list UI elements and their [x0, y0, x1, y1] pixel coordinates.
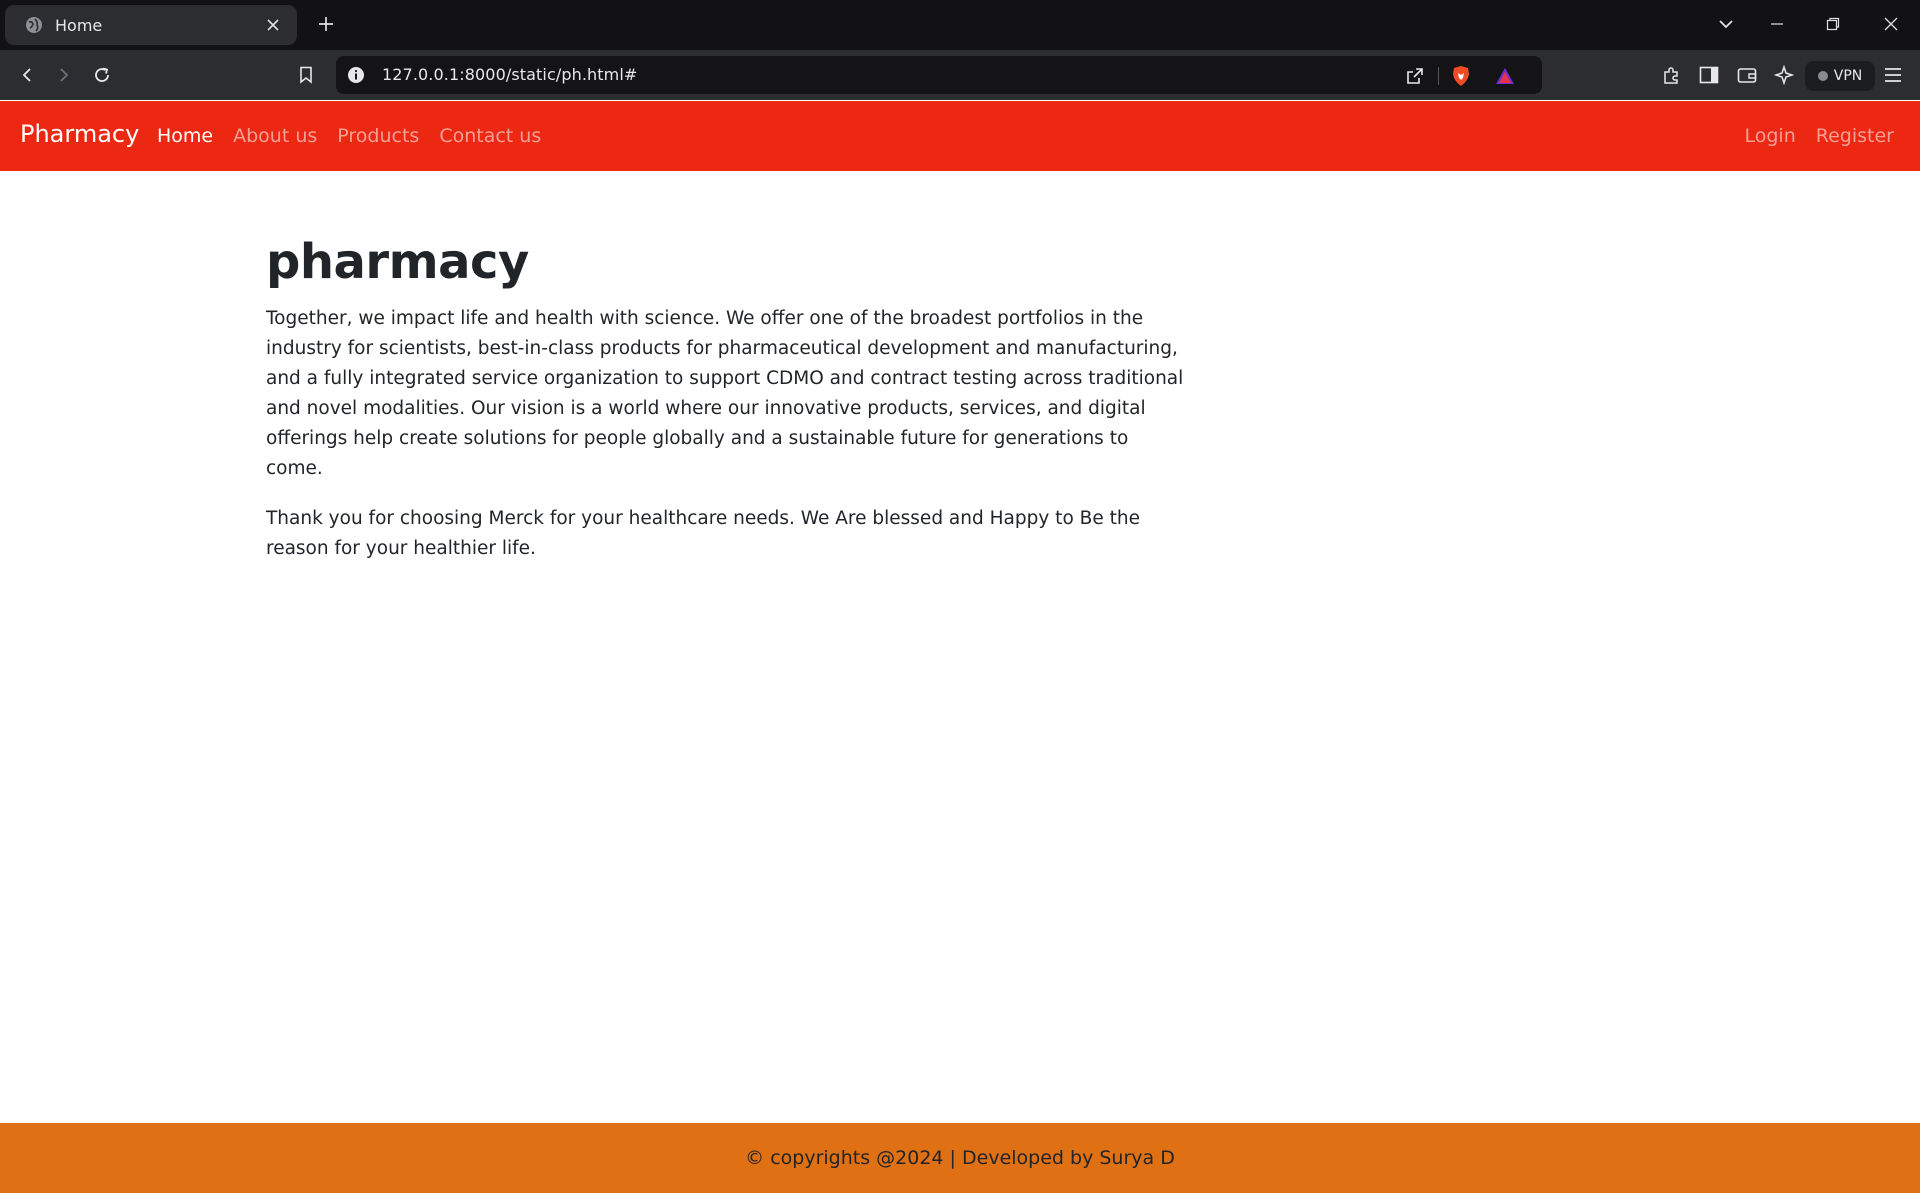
sidebar-icon[interactable]	[1695, 61, 1723, 89]
nav-link-about[interactable]: About us	[233, 125, 317, 147]
site-info-icon[interactable]	[346, 65, 366, 85]
vpn-button[interactable]: VPN	[1805, 61, 1875, 91]
navbar-links: Home About us Products Contact us	[157, 125, 541, 147]
new-tab-icon[interactable]	[312, 10, 340, 38]
menu-icon[interactable]	[1879, 61, 1907, 89]
bookmark-icon[interactable]	[292, 61, 320, 89]
browser-tab[interactable]: Home	[5, 5, 297, 45]
brave-rewards-icon[interactable]	[1494, 65, 1516, 87]
nav-link-contact[interactable]: Contact us	[439, 125, 541, 147]
share-icon[interactable]	[1404, 65, 1426, 87]
vpn-label: VPN	[1833, 68, 1863, 84]
tab-search-chevron-icon[interactable]	[1712, 10, 1740, 38]
thanks-paragraph: Thank you for choosing Merck for your he…	[266, 508, 1140, 559]
page-heading: pharmacy	[266, 234, 529, 290]
intro-paragraph: Together, we impact life and health with…	[266, 308, 1184, 479]
minimize-icon[interactable]	[1763, 10, 1791, 38]
reload-icon[interactable]	[88, 61, 116, 89]
footer-text: © copyrights @2024 | Developed by Surya …	[745, 1147, 1175, 1169]
tab-title: Home	[55, 15, 103, 35]
brave-shields-icon[interactable]	[1450, 65, 1472, 87]
address-bar-divider	[1438, 67, 1439, 85]
main-content: pharmacy Together, we impact life and he…	[266, 230, 1186, 564]
site-footer: © copyrights @2024 | Developed by Surya …	[0, 1123, 1920, 1193]
back-icon[interactable]	[13, 61, 41, 89]
browser-tab-strip: Home	[0, 0, 1920, 50]
nav-link-products[interactable]: Products	[337, 125, 419, 147]
close-window-icon[interactable]	[1877, 10, 1905, 38]
restore-icon[interactable]	[1819, 10, 1847, 38]
nav-link-home[interactable]: Home	[157, 125, 213, 147]
navbar-auth-links: Login Register	[1745, 125, 1895, 147]
site-navbar: Pharmacy Home About us Products Contact …	[0, 101, 1920, 171]
url-text[interactable]: 127.0.0.1:8000/static/ph.html#	[382, 65, 637, 84]
close-tab-icon[interactable]	[263, 16, 283, 35]
wallet-icon[interactable]	[1733, 61, 1761, 89]
vpn-status-icon	[1817, 71, 1828, 81]
extensions-icon[interactable]	[1658, 61, 1686, 89]
address-bar[interactable]: 127.0.0.1:8000/static/ph.html#	[336, 56, 1542, 94]
globe-icon	[25, 16, 43, 34]
nav-link-login[interactable]: Login	[1745, 125, 1796, 147]
forward-icon[interactable]	[50, 61, 78, 89]
navbar-brand[interactable]: Pharmacy	[20, 120, 139, 148]
leo-ai-icon[interactable]	[1770, 61, 1798, 89]
nav-link-register[interactable]: Register	[1816, 125, 1894, 147]
